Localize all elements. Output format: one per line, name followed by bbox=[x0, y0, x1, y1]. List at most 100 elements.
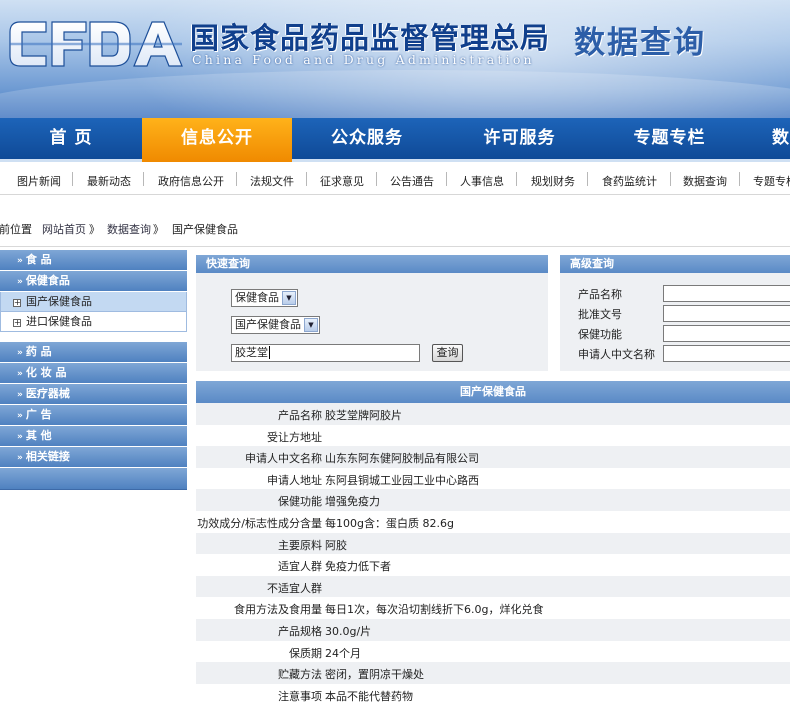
main-nav-special-topics[interactable]: 专题专栏 bbox=[597, 118, 742, 159]
row-value: 密闭，置阴凉干燥处 bbox=[325, 668, 424, 682]
table-row: 保健功能 增强免疫力 bbox=[196, 489, 790, 511]
expand-plus-icon: + bbox=[13, 318, 21, 327]
table-row: 食用方法及食用量 每日1次，每次沿切割线折下6.0g，烊化兑食 bbox=[196, 597, 790, 619]
main-nav-info-disclosure[interactable]: 信息公开 bbox=[142, 118, 292, 162]
sub-nav-regulations[interactable]: 法规文件 bbox=[250, 173, 294, 189]
main-nav: 首 页 信息公开 公众服务 许可服务 专题专栏 数 bbox=[0, 118, 790, 162]
sub-nav-announcements[interactable]: 公告通告 bbox=[390, 173, 434, 189]
breadcrumb-data-query[interactable]: 数据查询 bbox=[107, 221, 151, 237]
category-select-value: 保健食品 bbox=[235, 291, 279, 304]
left-menu: » 食 品 » 保健食品 + 国产保健食品 + 进口保健食品 » 药 品 » 化 妆 品 »… bbox=[0, 250, 187, 490]
dropdown-arrow-icon: ▼ bbox=[304, 318, 318, 332]
main-nav-public-service[interactable]: 公众服务 bbox=[292, 118, 442, 159]
breadcrumb-separator: 》 bbox=[153, 223, 164, 236]
advanced-search-panel: 产品名称 批准文号 保健功能 申请人中文名称 bbox=[560, 273, 790, 371]
keyword-input[interactable]: 胶芝堂 bbox=[231, 344, 420, 362]
sub-nav-statistics[interactable]: 食药监统计 bbox=[602, 173, 657, 189]
sub-nav-gov-info[interactable]: 政府信息公开 bbox=[158, 173, 224, 189]
table-row: 产品名称 胶芝堂牌阿胶片 bbox=[196, 403, 790, 425]
left-menu-sublabel: 进口保健食品 bbox=[26, 315, 92, 328]
row-key: 贮藏方法 bbox=[278, 668, 322, 682]
cfda-logo bbox=[9, 21, 183, 67]
table-row: 功效成分/标志性成分含量 每100g含：蛋白质 82.6g bbox=[196, 511, 790, 533]
expand-plus-icon: + bbox=[13, 298, 21, 307]
search-button[interactable]: 查询 bbox=[432, 344, 463, 362]
left-menu-medical-devices[interactable]: » 医疗器械 bbox=[0, 384, 187, 405]
row-key: 保健功能 bbox=[278, 495, 322, 509]
sub-nav-divider bbox=[376, 172, 377, 186]
table-row: 保质期 24个月 bbox=[196, 641, 790, 663]
sub-nav-divider bbox=[306, 172, 307, 186]
row-key: 申请人中文名称 bbox=[245, 452, 322, 466]
breadcrumb-prefix: 当前位置 bbox=[0, 223, 32, 236]
main-nav-data[interactable]: 数 bbox=[772, 118, 790, 159]
row-value: 山东东阿东健阿胶制品有限公司 bbox=[325, 452, 479, 466]
row-key: 产品规格 bbox=[278, 624, 322, 638]
sub-nav-divider bbox=[143, 172, 144, 186]
breadcrumb-current: 国产保健食品 bbox=[172, 223, 238, 236]
adv-input-health-function[interactable] bbox=[663, 325, 790, 342]
double-chevron-icon: » bbox=[17, 390, 23, 400]
adv-input-approval-number[interactable] bbox=[663, 305, 790, 322]
adv-input-applicant-name[interactable] bbox=[663, 345, 790, 362]
adv-input-product-name[interactable] bbox=[663, 285, 790, 302]
left-menu-related-links[interactable]: » 相关链接 bbox=[0, 447, 187, 468]
category-select[interactable]: 保健食品 ▼ bbox=[231, 289, 298, 307]
double-chevron-icon: » bbox=[17, 369, 23, 379]
left-menu-label: 医疗器械 bbox=[25, 387, 70, 400]
sub-nav-latest-news[interactable]: 最新动态 bbox=[87, 173, 131, 189]
adv-label-health-function: 保健功能 bbox=[578, 328, 622, 341]
left-menu-others[interactable]: » 其 他 bbox=[0, 426, 187, 447]
table-row: 注意事项 本品不能代替药物 bbox=[196, 684, 790, 706]
left-menu-food[interactable]: » 食 品 bbox=[0, 250, 187, 271]
sub-nav-data-query[interactable]: 数据查询 bbox=[683, 173, 727, 189]
row-value: 免疫力低下者 bbox=[325, 560, 391, 574]
left-menu-cosmetics[interactable]: » 化 妆 品 bbox=[0, 363, 187, 384]
sub-nav-photo-news[interactable]: 图片新闻 bbox=[17, 173, 61, 189]
section-title: 数据查询 bbox=[574, 25, 706, 61]
subcategory-select-value: 国产保健食品 bbox=[235, 318, 301, 331]
row-value: 阿胶 bbox=[325, 538, 347, 552]
main-nav-home[interactable]: 首 页 bbox=[0, 118, 142, 159]
row-key: 食用方法及食用量 bbox=[234, 603, 322, 617]
row-value: 本品不能代替药物 bbox=[325, 689, 413, 703]
left-menu-drugs[interactable]: » 药 品 bbox=[0, 342, 187, 363]
dropdown-arrow-icon: ▼ bbox=[282, 291, 296, 305]
row-value: 增强免疫力 bbox=[325, 495, 380, 509]
left-menu-domestic-health-food[interactable]: + 国产保健食品 bbox=[0, 292, 187, 312]
advanced-search-header: 高级查询 bbox=[560, 255, 790, 273]
subcategory-select[interactable]: 国产保健食品 ▼ bbox=[231, 316, 320, 334]
table-row: 申请人中文名称 山东东阿东健阿胶制品有限公司 bbox=[196, 446, 790, 468]
table-row: 产品规格 30.0g/片 bbox=[196, 618, 790, 641]
adv-label-product-name: 产品名称 bbox=[578, 288, 622, 301]
breadcrumb-home[interactable]: 网站首页 bbox=[42, 221, 86, 237]
row-value: 东阿县铜城工业园工业中心路西 bbox=[325, 473, 479, 487]
sub-nav-special-topics[interactable]: 专题专栏 bbox=[753, 173, 790, 189]
double-chevron-icon: » bbox=[17, 348, 23, 358]
row-value: 每日1次，每次沿切割线折下6.0g，烊化兑食 bbox=[325, 603, 544, 617]
detail-table-title: 国产保健食品 bbox=[196, 381, 790, 403]
left-menu-label: 食 品 bbox=[25, 253, 52, 266]
left-menu-footer bbox=[0, 468, 187, 490]
double-chevron-icon: » bbox=[17, 411, 23, 421]
breadcrumb: 当前位置 网站首页 》 数据查询 》 国产保健食品 bbox=[0, 211, 790, 247]
sub-nav-divider bbox=[446, 172, 447, 186]
sub-nav-personnel[interactable]: 人事信息 bbox=[460, 173, 504, 189]
table-row: 申请人地址 东阿县铜城工业园工业中心路西 bbox=[196, 468, 790, 490]
double-chevron-icon: » bbox=[17, 453, 23, 463]
table-row: 受让方地址 bbox=[196, 425, 790, 447]
left-menu-health-food[interactable]: » 保健食品 bbox=[0, 271, 187, 292]
double-chevron-icon: » bbox=[17, 432, 23, 442]
row-value: 30.0g/片 bbox=[325, 624, 372, 638]
header-banner: 国家食品药品监督管理总局 China Food and Drug Adminis… bbox=[0, 0, 790, 118]
breadcrumb-separator: 》 bbox=[89, 223, 100, 236]
left-menu-advertising[interactable]: » 广 告 bbox=[0, 405, 187, 426]
left-menu-sublabel: 国产保健食品 bbox=[26, 295, 92, 308]
row-key: 不适宜人群 bbox=[267, 581, 322, 595]
row-value: 每100g含：蛋白质 82.6g bbox=[325, 516, 454, 530]
sub-nav-solicit-opinions[interactable]: 征求意见 bbox=[320, 173, 364, 189]
agency-title-cn: 国家食品药品监督管理总局 bbox=[190, 21, 551, 55]
left-menu-imported-health-food[interactable]: + 进口保健食品 bbox=[0, 312, 187, 332]
main-nav-license-service[interactable]: 许可服务 bbox=[442, 118, 597, 159]
sub-nav-planning-finance[interactable]: 规划财务 bbox=[531, 173, 575, 189]
